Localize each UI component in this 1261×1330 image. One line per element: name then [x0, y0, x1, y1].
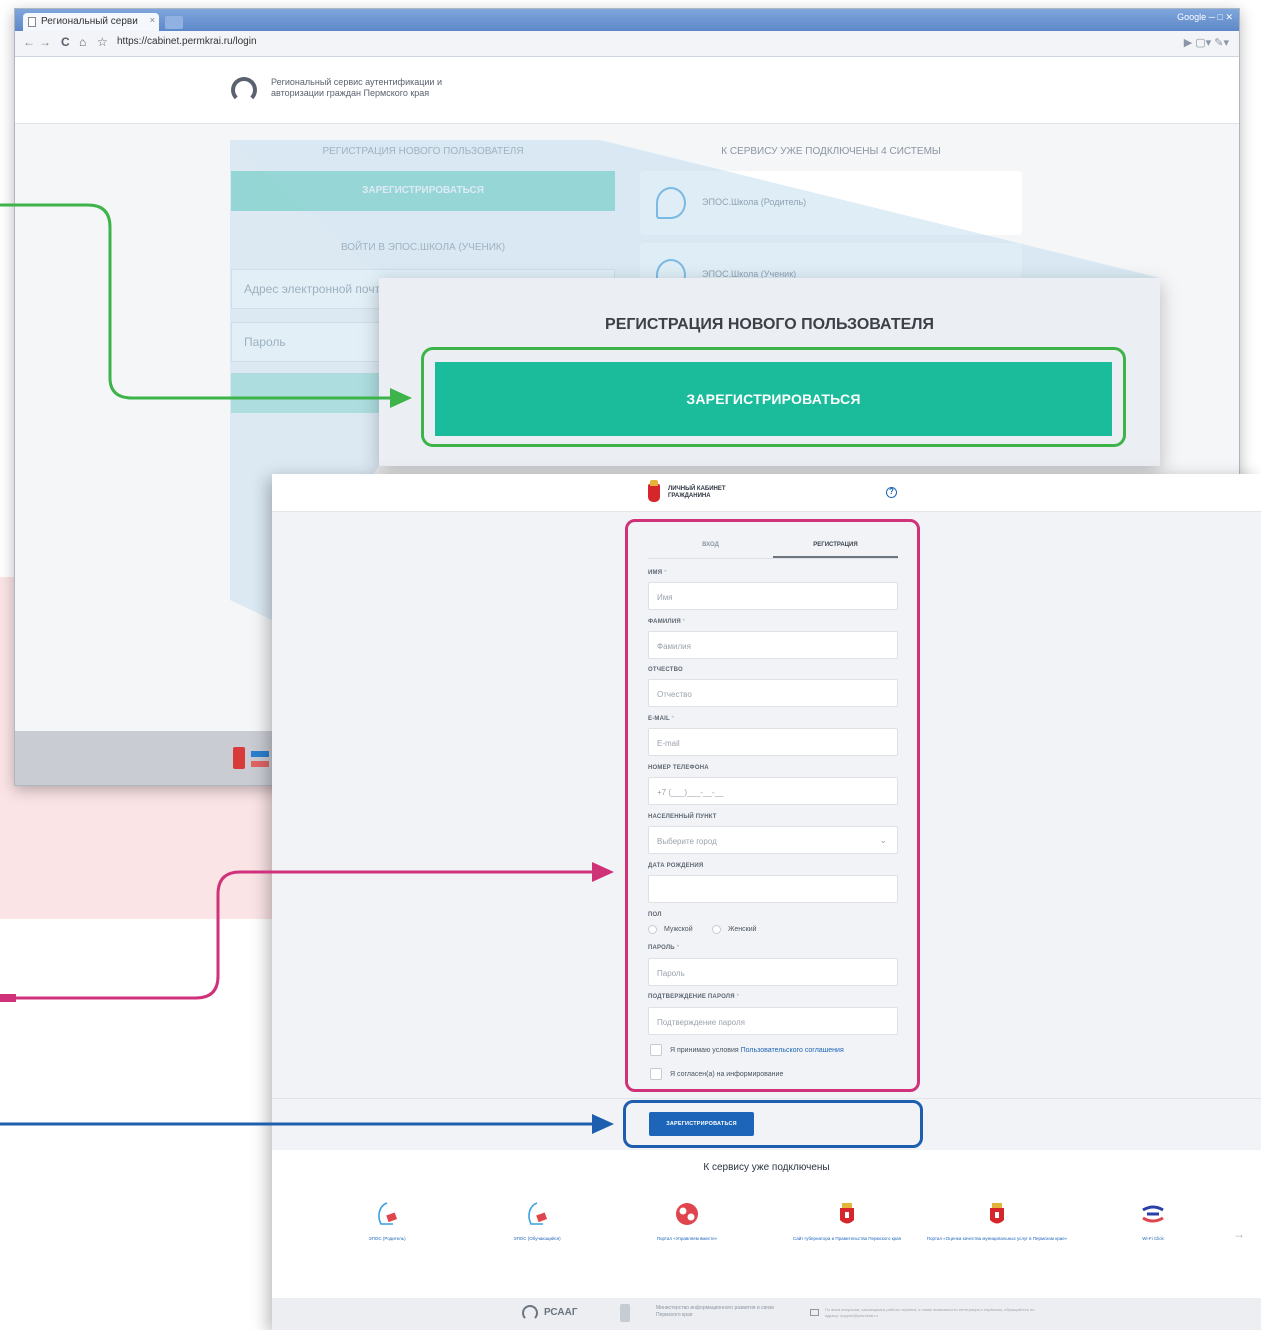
- blue-arrowhead: [592, 1114, 614, 1134]
- pink-arrowhead: [592, 862, 614, 882]
- connector-arrows: [0, 203, 614, 1134]
- green-arrowhead: [390, 388, 412, 408]
- green-connector: [0, 203, 392, 400]
- pink-connector: [0, 870, 594, 1000]
- pink-connector-start: [0, 994, 16, 1002]
